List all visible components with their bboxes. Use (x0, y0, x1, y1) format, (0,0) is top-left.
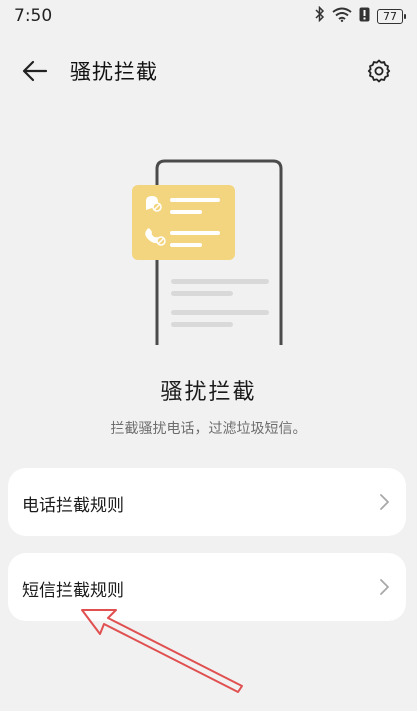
page-title: 骚扰拦截 (70, 60, 158, 84)
settings-button[interactable] (363, 55, 395, 87)
bluetooth-icon (315, 5, 325, 26)
call-block-rules-label: 电话拦截规则 (22, 496, 124, 516)
alert-icon (359, 7, 370, 26)
call-block-rules-item[interactable]: 电话拦截规则 (8, 468, 406, 536)
gear-icon (367, 59, 391, 83)
sms-block-rules-label: 短信拦截规则 (22, 581, 124, 601)
hero-illustration (125, 155, 295, 350)
sms-block-rules-item[interactable]: 短信拦截规则 (8, 553, 406, 621)
hero-subtitle: 拦截骚扰电话，过滤垃圾短信。 (110, 421, 307, 437)
header-bar: 骚扰拦截 (0, 46, 417, 94)
wifi-icon (332, 7, 352, 26)
status-bar: 7:50 77 (0, 0, 417, 34)
chevron-right-icon (380, 494, 389, 510)
status-time: 7:50 (14, 6, 53, 26)
arrow-left-icon (22, 60, 48, 82)
status-icons: 77 (315, 5, 406, 26)
hero-title: 骚扰拦截 (160, 380, 257, 405)
back-button[interactable] (18, 54, 52, 88)
battery-icon: 77 (377, 8, 406, 24)
chevron-right-icon (380, 579, 389, 595)
